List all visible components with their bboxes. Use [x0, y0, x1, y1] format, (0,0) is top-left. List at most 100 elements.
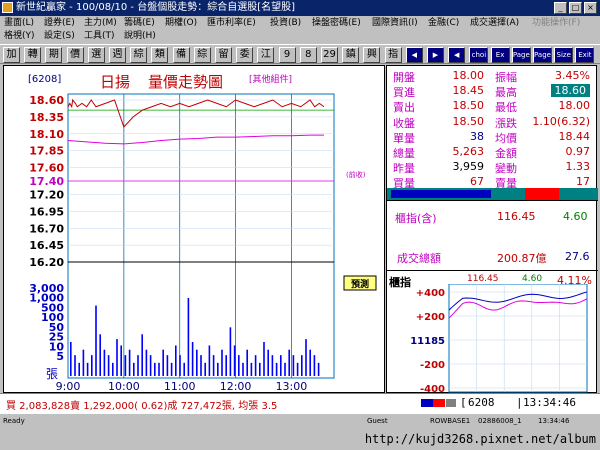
volume-bar	[183, 362, 185, 376]
menu-item[interactable]: 國際資訊(I)	[372, 17, 418, 30]
trade-summary: 買 2,083,828賣 1,292,000( 0.62)成 727,472張,…	[6, 401, 278, 412]
chart-title: 量價走勢圖	[148, 73, 223, 91]
volume-bar	[154, 362, 156, 376]
price-tick: 16.95	[29, 205, 64, 218]
quote-label: 均價	[495, 131, 517, 145]
quote-value: 18.00	[452, 69, 485, 82]
quote-value: 18.50	[452, 114, 485, 128]
volume-bar	[259, 362, 261, 376]
volume-bar	[99, 334, 101, 376]
toolbar-button[interactable]: Ex	[490, 47, 510, 63]
volume-bar	[305, 339, 307, 376]
toolbar-button[interactable]: choi	[469, 47, 489, 63]
menu-item[interactable]: 操盤密碼(E)	[312, 17, 361, 30]
volume-bar	[191, 342, 194, 376]
price-tick: 17.60	[29, 162, 64, 175]
toolbar-button[interactable]: 備	[172, 47, 190, 63]
toolbar-button[interactable]: 期	[45, 47, 63, 63]
window-title: 新世紀贏家 - 100/08/10 - 台盤個股走勢：綜合自選股[名望股]	[16, 2, 296, 13]
quote-label: 總量	[393, 147, 415, 160]
menu-item[interactable]: 金融(C)	[428, 17, 459, 30]
toolbar-button[interactable]: Page	[533, 47, 552, 63]
volume-bar	[120, 345, 122, 376]
volume-bar	[137, 355, 139, 376]
title-bar: 新世紀贏家 - 100/08/10 - 台盤個股走勢：綜合自選股[名望股] _ …	[0, 0, 600, 16]
toolbar-button[interactable]: 29	[321, 47, 338, 63]
toolbar-button[interactable]: 9	[278, 47, 296, 63]
app-icon	[2, 2, 13, 13]
volume-bar	[91, 355, 93, 376]
toolbar-button[interactable]: 綜	[193, 47, 211, 63]
minimize-button[interactable]: _	[554, 2, 567, 14]
menu-item[interactable]: 功能操作(F)	[532, 17, 580, 30]
toolbar-button[interactable]: 選	[87, 47, 105, 63]
volume-bar	[74, 355, 76, 376]
toolbar-button[interactable]: 委	[236, 47, 254, 63]
volume-bar	[95, 305, 97, 376]
volume-bar	[112, 362, 114, 376]
volume-unit: 張	[46, 367, 58, 381]
menu-item[interactable]: 格視(Y)	[4, 30, 35, 43]
menu-item[interactable]: 成交選擇(A)	[470, 17, 519, 30]
menu-item[interactable]: 籌碼(E)	[124, 17, 155, 30]
menu-item[interactable]: 主力(M)	[84, 17, 117, 30]
toolbar-button[interactable]: ◀	[448, 47, 466, 63]
quote-value: 18.44	[558, 129, 591, 143]
menu-item[interactable]: 畫面(L)	[4, 17, 34, 30]
toolbar-button[interactable]: 價	[66, 47, 84, 63]
toolbar-button[interactable]: ▶	[427, 47, 444, 63]
toolbar-button[interactable]: 留	[215, 47, 232, 63]
quote-value: 3,959	[452, 160, 485, 174]
volume-bar	[225, 355, 227, 376]
toolbar-button[interactable]: 綜	[130, 47, 148, 63]
turnover-change: 27.6	[565, 250, 590, 263]
toolbar-button[interactable]: 8	[299, 47, 317, 63]
toolbar: 加轉期價選週綜類備綜留委江 9 8 29 鎮興指 ◀ ▶ ◀ choi Ex Page Page Siz…	[0, 44, 600, 64]
price-tick: 17.85	[29, 145, 64, 158]
volume-bar	[78, 362, 80, 376]
volume-bar	[263, 342, 265, 376]
toolbar-button[interactable]: 指	[384, 47, 402, 63]
volume-bar	[116, 339, 118, 376]
volume-tick: 5	[56, 350, 64, 363]
reference-label: (前收)	[346, 170, 366, 179]
toolbar-button[interactable]: 江	[257, 47, 275, 63]
turnover-label: 成交總額	[397, 252, 441, 265]
toolbar-button[interactable]: Size	[554, 47, 574, 63]
watermark-url: http://kujd3268.pixnet.net/album	[364, 432, 596, 446]
volume-bar	[254, 355, 257, 376]
quote-value: 1.33	[565, 160, 591, 174]
toolbar-button[interactable]: Exit	[575, 47, 595, 63]
menu-item[interactable]: 工具(T)	[84, 30, 115, 43]
status-bar: Ready Guest ROWBASE1 02886008_1 13:34:46	[0, 413, 600, 429]
quote-panel: 開盤 18.00 振幅 3.45% 買進 18.45 最高 18.60 賣出 18.50 最低 18.…	[386, 65, 598, 394]
menu-item[interactable]: 投資(B)	[270, 17, 301, 30]
toolbar-button[interactable]: 週	[109, 47, 126, 63]
menu-item[interactable]: 匯市利率(E)	[207, 17, 256, 30]
mini-frame	[448, 284, 588, 393]
quote-value: 0.97	[565, 145, 591, 158]
volume-bar	[217, 362, 219, 376]
volume-bar	[238, 355, 240, 376]
toolbar-button[interactable]: 興	[363, 47, 381, 63]
toolbar-button[interactable]: 類	[151, 47, 169, 63]
maximize-button[interactable]: □	[569, 2, 582, 14]
menu-item[interactable]: 證券(E)	[44, 17, 75, 30]
toolbar-button[interactable]: ◀	[405, 47, 423, 63]
toolbar-button[interactable]: 鎮	[342, 47, 360, 63]
otc-index-value: 116.45	[497, 210, 536, 223]
menu-item[interactable]: 期權(O)	[165, 17, 197, 30]
mini-index-chart: +400+20011185-200-400	[410, 284, 588, 394]
volume-bar	[124, 355, 127, 376]
toolbar-button[interactable]: 轉	[24, 47, 42, 63]
quote-value: 18.00	[558, 99, 591, 113]
menu-item[interactable]: 說明(H)	[124, 30, 156, 43]
volume-bar	[70, 342, 72, 376]
toolbar-button[interactable]: 加	[3, 47, 20, 63]
stock-code-input[interactable]: 6208	[468, 396, 516, 409]
close-button[interactable]: ×	[584, 2, 597, 14]
volume-bar	[313, 355, 316, 376]
menu-item[interactable]: 設定(S)	[44, 30, 75, 43]
toolbar-button[interactable]: Page	[511, 47, 531, 63]
price-tick: 16.70	[29, 222, 64, 235]
